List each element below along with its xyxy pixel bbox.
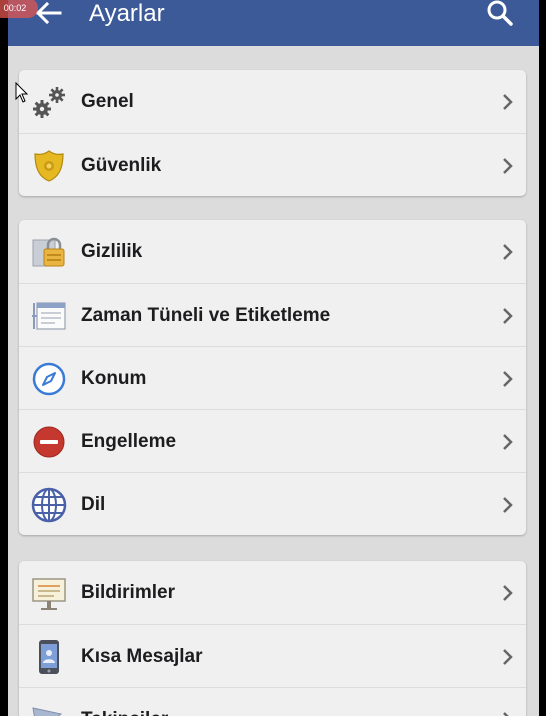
globe-icon <box>31 487 67 523</box>
chevron-right-icon <box>503 712 509 716</box>
settings-item-bildirimler[interactable]: Bildirimler <box>19 561 526 624</box>
settings-item-label: Engelleme <box>81 431 177 452</box>
app-bar: Ayarlar <box>8 0 539 46</box>
settings-item-label: Konum <box>81 368 147 389</box>
settings-item-kisa-mesajlar[interactable]: Kısa Mesajlar <box>19 624 526 687</box>
settings-group-privacy: Gizlilik Zaman Tüneli ve Etiketleme Konu… <box>19 220 526 535</box>
followers-icon <box>32 707 63 716</box>
chevron-right-icon <box>503 308 513 324</box>
notification-board-icon <box>32 578 66 610</box>
chevron-right-icon <box>503 497 513 513</box>
settings-item-label: Kısa Mesajlar <box>81 646 203 667</box>
settings-item-takipciler[interactable]: Takipçiler <box>19 687 526 716</box>
search-icon[interactable] <box>485 0 515 29</box>
settings-group-general: Genel Güvenlik <box>19 70 526 196</box>
chevron-right-icon <box>503 371 513 387</box>
settings-item-label: Genel <box>81 91 134 112</box>
settings-item-dil[interactable]: Dil <box>19 472 526 535</box>
phone-sms-icon <box>39 640 59 674</box>
chevron-right-icon <box>503 158 513 174</box>
settings-screen: Ayarlar Genel Güvenlik Gizlilik Zaman Tü… <box>8 0 539 716</box>
chevron-right-icon <box>503 244 513 260</box>
settings-item-genel[interactable]: Genel <box>19 70 526 133</box>
settings-item-zaman-tuneli[interactable]: Zaman Tüneli ve Etiketleme <box>19 283 526 346</box>
settings-item-label: Bildirimler <box>81 582 175 603</box>
gears-icon <box>33 87 65 118</box>
settings-item-label: Gizlilik <box>81 241 143 262</box>
mouse-cursor-icon <box>15 82 29 103</box>
recording-timer-badge: 00:02 <box>0 0 38 18</box>
chevron-right-icon <box>503 94 513 110</box>
chevron-right-icon <box>503 649 513 665</box>
settings-item-label: Zaman Tüneli ve Etiketleme <box>81 305 331 326</box>
settings-item-guvenlik[interactable]: Güvenlik <box>19 133 526 196</box>
privacy-lock-icon <box>32 237 65 267</box>
chevron-right-icon <box>503 434 513 450</box>
settings-group-notifications: Bildirimler Kısa Mesajlar Takipçiler <box>19 561 526 716</box>
chevron-right-icon <box>503 585 513 601</box>
settings-item-konum[interactable]: Konum <box>19 346 526 409</box>
settings-item-gizlilik[interactable]: Gizlilik <box>19 220 526 283</box>
settings-item-label: Takipçiler <box>81 688 168 716</box>
security-badge-icon <box>34 150 64 182</box>
block-icon <box>33 426 65 458</box>
settings-item-label: Güvenlik <box>81 155 162 176</box>
settings-item-label: Dil <box>81 494 106 515</box>
timeline-icon <box>32 302 66 330</box>
settings-item-engelleme[interactable]: Engelleme <box>19 409 526 472</box>
page-title: Ayarlar <box>89 0 165 27</box>
compass-icon <box>32 362 66 396</box>
